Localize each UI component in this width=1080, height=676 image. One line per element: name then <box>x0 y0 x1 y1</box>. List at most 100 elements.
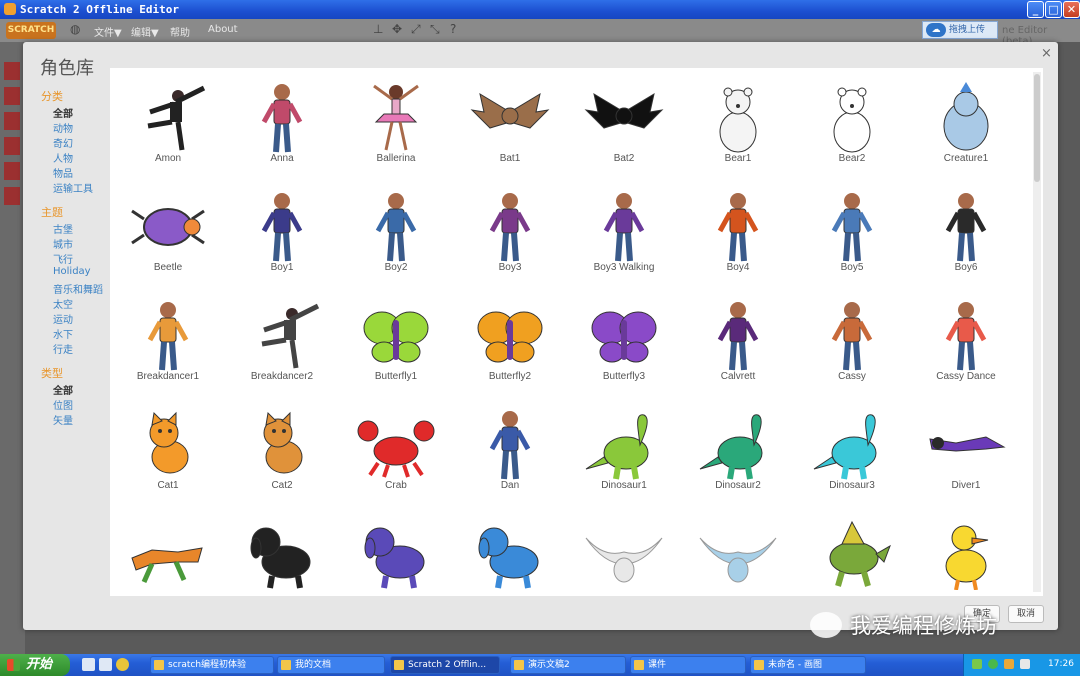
sprite-tile[interactable]: Butterfly2 <box>453 292 567 401</box>
sprite-tile[interactable]: Dinosaur1 <box>567 401 681 510</box>
sprite-tile[interactable] <box>453 510 567 596</box>
taskbar-task[interactable]: scratch编程初体验 <box>150 656 274 674</box>
cat-icon <box>149 411 189 474</box>
filter-item[interactable]: 物品 <box>53 165 73 180</box>
sprite-tile[interactable]: Bat2 <box>567 74 681 183</box>
desktop-icon[interactable] <box>82 658 95 671</box>
sprite-name: Bat2 <box>613 153 635 164</box>
taskbar-task[interactable]: Scratch 2 Offlin... <box>390 656 500 674</box>
sprite-tile[interactable]: Cassy Dance <box>909 292 1023 401</box>
filter-item[interactable]: 位图 <box>53 397 73 412</box>
start-button[interactable]: 开始 <box>0 654 70 676</box>
filter-item[interactable]: 古堡 <box>53 221 73 236</box>
filter-item[interactable]: 运输工具 <box>53 180 93 195</box>
sprite-tile[interactable]: Cat2 <box>225 401 339 510</box>
taskbar-task[interactable]: 课件 <box>630 656 746 674</box>
sprite-tile[interactable]: Breakdancer2 <box>225 292 339 401</box>
tray-icon[interactable] <box>1020 659 1030 669</box>
stamp-icon[interactable]: ⊥ <box>373 23 385 35</box>
sprite-tile[interactable]: Breakdancer1 <box>111 292 225 401</box>
filter-item[interactable]: 太空 <box>53 296 73 311</box>
sprite-tile[interactable]: Crab <box>339 401 453 510</box>
minimize-button[interactable]: _ <box>1027 1 1044 18</box>
move-icon[interactable]: ✥ <box>392 23 404 35</box>
sprite-tile[interactable]: Bear2 <box>795 74 909 183</box>
sprite-tile[interactable]: Calvrett <box>681 292 795 401</box>
sprite-tile[interactable]: Cassy <box>795 292 909 401</box>
dialog-close-button[interactable]: × <box>1041 46 1052 61</box>
taskbar-task[interactable]: 未命名 - 画图 <box>750 656 866 674</box>
cancel-button[interactable]: 取消 <box>1008 605 1044 623</box>
sprite-tile[interactable]: Diver1 <box>909 401 1023 510</box>
sprite-name: Dan <box>500 480 520 491</box>
sprite-tile[interactable]: Bear1 <box>681 74 795 183</box>
sprite-tile[interactable] <box>567 510 681 596</box>
task-icon <box>394 660 404 670</box>
sprite-tile[interactable]: Beetle <box>111 183 225 292</box>
filter-item[interactable]: 飞行 <box>53 251 73 266</box>
shrink-icon[interactable]: ⤡ <box>430 23 442 35</box>
sprite-tile[interactable]: Boy3 Walking <box>567 183 681 292</box>
sprite-tile[interactable]: Butterfly1 <box>339 292 453 401</box>
sprite-tile[interactable] <box>225 510 339 596</box>
upload-button[interactable]: ☁ 拖拽上传 <box>922 21 998 39</box>
explorer-icon[interactable] <box>99 658 112 671</box>
taskbar-task[interactable]: 演示文稿2 <box>510 656 626 674</box>
menu-item[interactable]: 编辑▼ <box>131 24 159 39</box>
filter-item[interactable]: 行走 <box>53 341 73 356</box>
menu-item[interactable]: About <box>208 24 238 35</box>
sprite-tile[interactable]: Amon <box>111 74 225 183</box>
filter-item[interactable]: Holiday <box>53 266 91 277</box>
sprite-tile[interactable] <box>795 510 909 596</box>
sprite-tile[interactable]: Creature1 <box>909 74 1023 183</box>
filter-item[interactable]: 水下 <box>53 326 73 341</box>
sprite-tile[interactable]: Cat1 <box>111 401 225 510</box>
sprite-tile[interactable]: Butterfly3 <box>567 292 681 401</box>
taskbar-task[interactable]: 我的文档 <box>277 656 385 674</box>
globe-icon[interactable]: ◍ <box>70 23 82 35</box>
sprite-tile[interactable]: Dinosaur2 <box>681 401 795 510</box>
scratch-logo[interactable]: SCRATCH <box>6 22 56 39</box>
menu-item[interactable]: 文件▼ <box>94 24 122 39</box>
filter-item[interactable]: 音乐和舞蹈 <box>53 281 103 296</box>
sprite-tile[interactable]: Dinosaur3 <box>795 401 909 510</box>
sprite-tile[interactable]: Anna <box>225 74 339 183</box>
grow-icon[interactable]: ⤢ <box>411 23 423 35</box>
tray-icon[interactable] <box>1004 659 1014 669</box>
filter-item[interactable]: 运动 <box>53 311 73 326</box>
maximize-button[interactable]: □ <box>1045 1 1062 18</box>
sprite-tile[interactable]: Boy6 <box>909 183 1023 292</box>
person-icon <box>717 193 759 262</box>
sprite-tile[interactable]: Ballerina <box>339 74 453 183</box>
window-titlebar[interactable]: Scratch 2 Offline Editor _ □ ✕ <box>0 0 1080 19</box>
sprite-tile[interactable] <box>681 510 795 596</box>
sprite-tile[interactable]: Bat1 <box>453 74 567 183</box>
tray-icon[interactable] <box>988 659 998 669</box>
tray-icon[interactable] <box>972 659 982 669</box>
task-label: 课件 <box>648 660 667 670</box>
menu-item[interactable]: 帮助 <box>170 24 190 39</box>
filter-item[interactable]: 全部 <box>53 105 73 120</box>
filter-item[interactable]: 动物 <box>53 120 73 135</box>
sprite-name: Butterfly1 <box>374 371 418 382</box>
filter-item[interactable]: 人物 <box>53 150 73 165</box>
filter-item[interactable]: 全部 <box>53 382 73 397</box>
sprite-tile[interactable]: Boy3 <box>453 183 567 292</box>
help-icon[interactable]: ? <box>450 23 462 35</box>
person-icon <box>261 84 303 153</box>
sprite-tile[interactable]: Boy4 <box>681 183 795 292</box>
sprite-tile[interactable] <box>111 510 225 596</box>
sprite-tile[interactable]: Boy5 <box>795 183 909 292</box>
filter-item[interactable]: 矢量 <box>53 412 73 427</box>
scrollbar-thumb[interactable] <box>1034 74 1040 182</box>
sprite-tile[interactable]: Dan <box>453 401 567 510</box>
close-button[interactable]: ✕ <box>1063 1 1080 18</box>
sprite-tile[interactable] <box>339 510 453 596</box>
sprite-tile[interactable]: Boy2 <box>339 183 453 292</box>
filter-item[interactable]: 奇幻 <box>53 135 73 150</box>
filter-item[interactable]: 城市 <box>53 236 73 251</box>
sprite-tile[interactable]: Boy1 <box>225 183 339 292</box>
sprite-tile[interactable] <box>909 510 1023 596</box>
chrome-icon[interactable] <box>116 658 129 671</box>
person-icon <box>603 193 645 262</box>
